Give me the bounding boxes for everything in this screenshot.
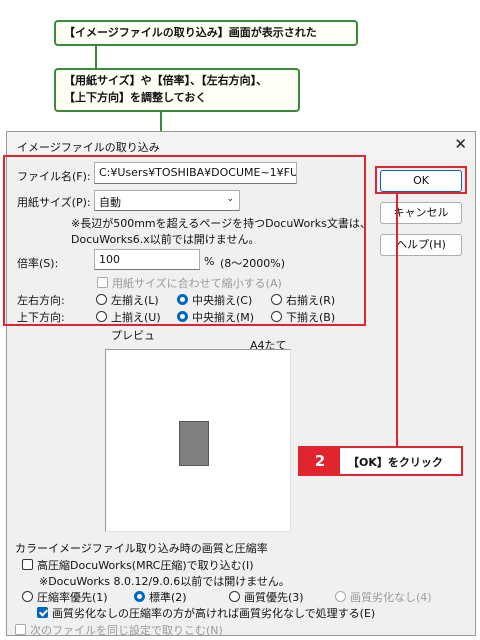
quality-group-label: カラーイメージファイル取り込み時の画質と圧縮率 bbox=[15, 542, 268, 555]
same-settings-checkbox[interactable] bbox=[15, 624, 26, 635]
preview-area bbox=[105, 349, 291, 532]
preview-page-image bbox=[179, 421, 209, 466]
adjust-callout-line1: 【用紙サイズ】や【倍率】、【左右方向】、 bbox=[64, 74, 268, 87]
compression-priority-radio[interactable] bbox=[22, 591, 33, 602]
settings-highlight-box bbox=[3, 155, 366, 326]
close-icon[interactable]: ✕ bbox=[454, 135, 467, 153]
compression-priority-label: 圧縮率優先(1) bbox=[37, 591, 108, 604]
mrc-compatibility-note: ※DocuWorks 8.0.12/9.0.6以前では開けません。 bbox=[39, 575, 290, 588]
dialog-title: イメージファイルの取り込み bbox=[17, 141, 160, 154]
cancel-button-label: キャンセル bbox=[393, 206, 449, 219]
prefer-lossless-label: 画質劣化なしの圧縮率の方が高ければ画質劣化なしで処理する(E) bbox=[52, 607, 376, 620]
ok-highlight-box bbox=[375, 166, 467, 194]
quality-priority-radio[interactable] bbox=[229, 591, 240, 602]
quality-priority-label: 画質優先(3) bbox=[244, 591, 304, 604]
lossless-quality-label: 画質劣化なし(4) bbox=[350, 591, 432, 604]
help-button-label: ヘルプ(H) bbox=[396, 238, 446, 251]
step-text: 【OK】をクリック bbox=[348, 456, 443, 469]
step-number: 2 bbox=[314, 452, 326, 470]
standard-quality-radio[interactable] bbox=[134, 591, 145, 602]
screen-shown-callout-text: 【イメージファイルの取り込み】画面が表示された bbox=[64, 26, 317, 39]
adjust-settings-callout: 【用紙サイズ】や【倍率】、【左右方向】、 【上下方向】を調整しておく bbox=[54, 68, 300, 112]
same-settings-label: 次のファイルを同じ設定で取りこむ(N) bbox=[30, 624, 223, 637]
cancel-button[interactable]: キャンセル bbox=[380, 202, 462, 224]
ok-pointer-line bbox=[396, 194, 398, 446]
screen-shown-callout: 【イメージファイルの取り込み】画面が表示された bbox=[54, 20, 358, 46]
adjust-callout-line2: 【上下方向】を調整しておく bbox=[64, 91, 207, 104]
lossless-quality-radio[interactable] bbox=[335, 591, 346, 602]
mrc-compression-label: 高圧縮DocuWorks(MRC圧縮)で取り込む(I) bbox=[37, 559, 254, 572]
standard-quality-label: 標準(2) bbox=[149, 591, 187, 604]
preview-label: プレビュ bbox=[111, 329, 155, 342]
step-number-badge: 2 bbox=[300, 448, 340, 474]
help-button[interactable]: ヘルプ(H) bbox=[380, 234, 462, 256]
prefer-lossless-checkbox[interactable] bbox=[37, 607, 48, 618]
mrc-compression-checkbox[interactable] bbox=[22, 559, 33, 570]
step-callout: 2 【OK】をクリック bbox=[298, 446, 463, 476]
callout-connector bbox=[95, 46, 97, 68]
